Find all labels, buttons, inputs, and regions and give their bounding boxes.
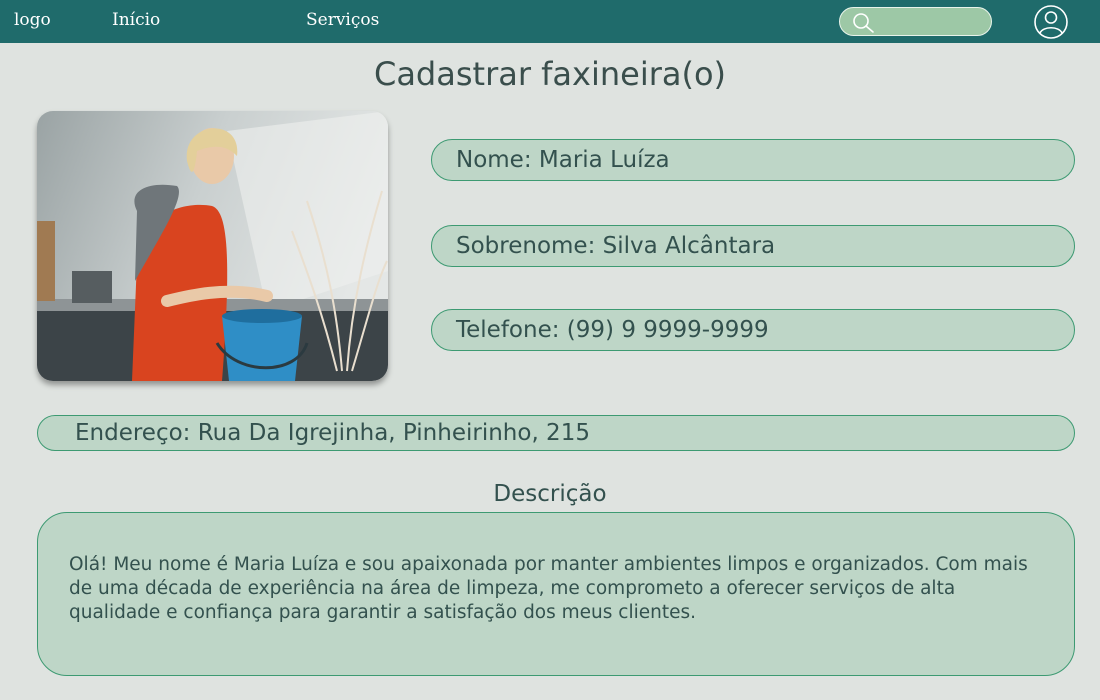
nome-field[interactable]: Nome: Maria Luíza [431, 139, 1075, 181]
logo[interactable]: logo [14, 10, 51, 30]
user-icon[interactable] [1033, 5, 1069, 39]
sobrenome-field[interactable]: Sobrenome: Silva Alcântara [431, 225, 1075, 267]
nav-link-inicio[interactable]: Início [112, 10, 160, 30]
description-box[interactable]: Olá! Meu nome é Maria Luíza e sou apaixo… [37, 512, 1075, 676]
top-navbar: logo Início Serviços [0, 0, 1100, 43]
search-icon [853, 13, 874, 33]
profile-photo [37, 111, 388, 381]
search-input[interactable] [878, 11, 982, 34]
nav-link-servicos[interactable]: Serviços [306, 10, 379, 30]
description-title: Descrição [493, 481, 607, 507]
nome-field-text: Nome: Maria Luíza [456, 147, 670, 173]
sobrenome-field-text: Sobrenome: Silva Alcântara [456, 233, 776, 259]
description-text: Olá! Meu nome é Maria Luíza e sou apaixo… [69, 554, 1028, 623]
telefone-field[interactable]: Telefone: (99) 9 9999-9999 [431, 309, 1075, 351]
page-title: Cadastrar faxineira(o) [373, 55, 727, 93]
endereco-field-text: Endereço: Rua Da Igrejinha, Pinheirinho,… [75, 420, 590, 446]
telefone-field-text: Telefone: (99) 9 9999-9999 [456, 317, 769, 343]
endereco-field[interactable]: Endereço: Rua Da Igrejinha, Pinheirinho,… [37, 415, 1075, 451]
search-bar[interactable] [839, 7, 992, 36]
